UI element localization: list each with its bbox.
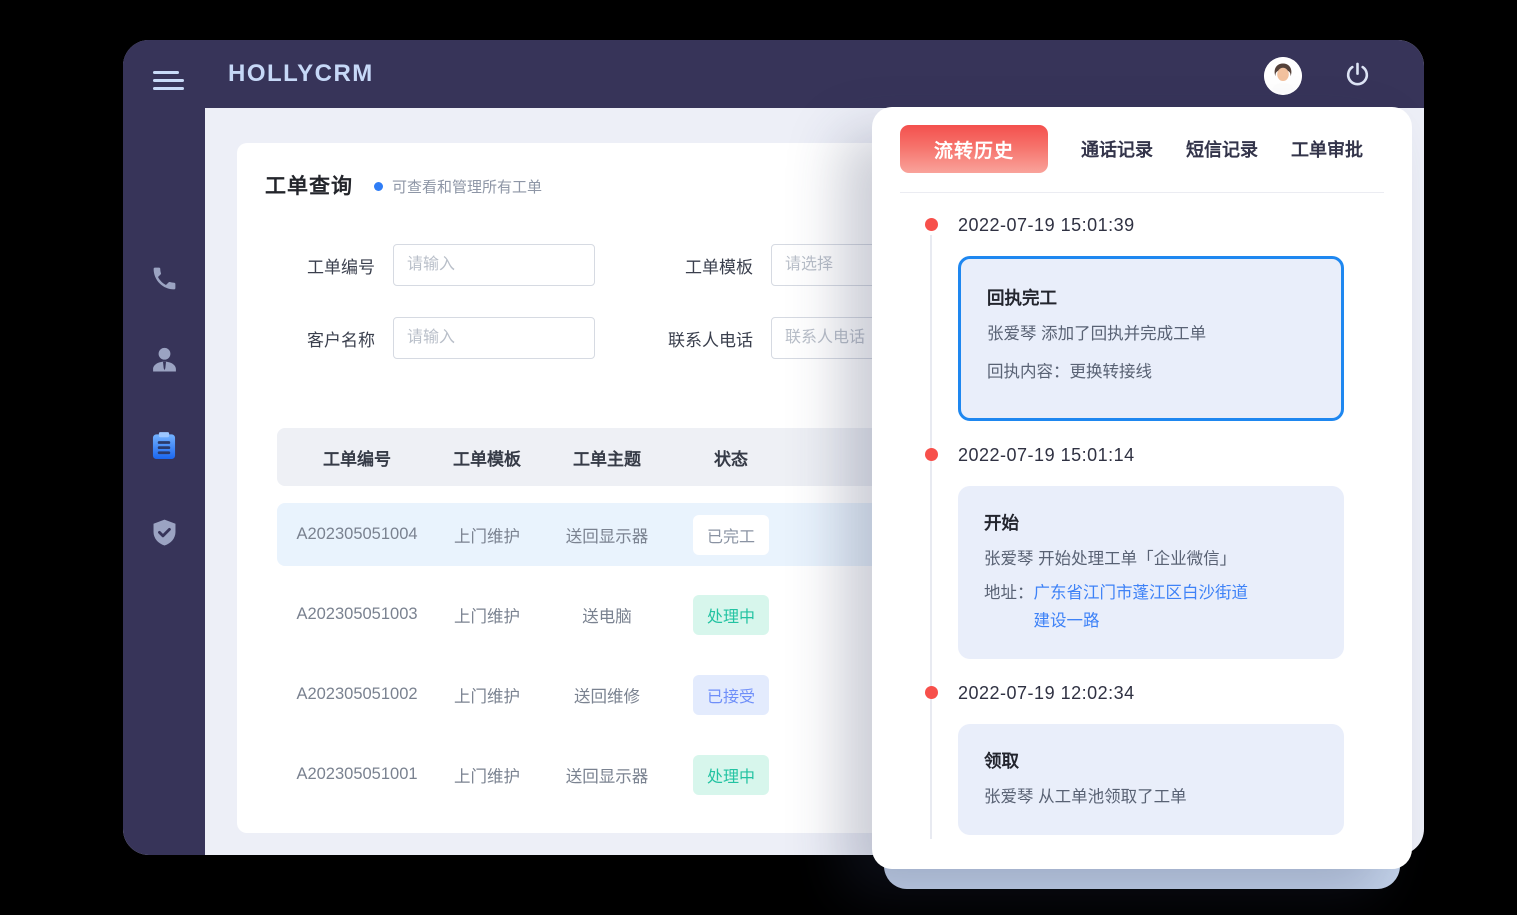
timeline-entry: 2022-07-19 15:01:39 回执完工 张爱琴 添加了回执并完成工单 … [958, 215, 1384, 421]
timeline-timestamp: 2022-07-19 15:01:39 [958, 215, 1384, 236]
card-line: 张爱琴 从工单池领取了工单 [984, 783, 1318, 811]
tab-call-records[interactable]: 通话记录 [1081, 136, 1153, 162]
tab-order-approval[interactable]: 工单审批 [1291, 136, 1363, 162]
work-order-table: 工单编号 工单模板 工单主题 状态 A202305051004 上门维护 送回显… [277, 428, 917, 806]
top-bar: HOLLYCRM [123, 40, 1424, 108]
cell-subject: 送电脑 [537, 603, 677, 627]
card-title: 回执完工 [987, 285, 1315, 310]
user-avatar[interactable] [1264, 57, 1302, 95]
cell-template: 上门维护 [437, 763, 537, 787]
address-label: 地址： [984, 579, 1034, 635]
panel-tabs: 流转历史 通话记录 短信记录 工单审批 [872, 107, 1412, 173]
timeline-dot-icon [925, 218, 938, 231]
timeline-card-completed: 回执完工 张爱琴 添加了回执并完成工单 回执内容：更换转接线 [958, 256, 1344, 421]
card-line: 张爱琴 开始处理工单「企业微信」 [984, 545, 1318, 573]
field-label-contact-phone: 联系人电话 [595, 326, 753, 351]
address-row: 地址： 广东省江门市蓬江区白沙街道建设一路 [984, 579, 1318, 635]
page-subtitle: 可查看和管理所有工单 [392, 174, 542, 197]
col-header-template: 工单模板 [437, 445, 537, 470]
col-header-subject: 工单主题 [537, 445, 677, 470]
address-link[interactable]: 广东省江门市蓬江区白沙街道建设一路 [1034, 579, 1256, 635]
status-badge: 处理中 [693, 595, 769, 635]
cell-subject: 送回显示器 [537, 523, 677, 547]
card-title: 开始 [984, 510, 1318, 535]
power-icon[interactable] [1344, 61, 1371, 88]
menu-icon[interactable] [153, 71, 187, 93]
cell-template: 上门维护 [437, 683, 537, 707]
cell-order-id: A202305051004 [277, 525, 437, 544]
cell-template: 上门维护 [437, 523, 537, 547]
field-label-customer: 客户名称 [283, 326, 375, 351]
timeline-dot-icon [925, 448, 938, 461]
field-label-order-id: 工单编号 [283, 253, 375, 278]
table-row[interactable]: A202305051002 上门维护 送回维修 已接受 [277, 663, 917, 726]
sidebar-item-work-orders[interactable] [146, 428, 182, 464]
history-panel: 流转历史 通话记录 短信记录 工单审批 2022-07-19 15:01:39 … [872, 107, 1412, 869]
card-line: 回执内容：更换转接线 [987, 358, 1315, 386]
timeline-dot-icon [925, 686, 938, 699]
page-title: 工单查询 [265, 170, 353, 200]
work-orders-icon [147, 429, 181, 463]
tab-circulation-history[interactable]: 流转历史 [900, 125, 1048, 173]
table-row[interactable]: A202305051004 上门维护 送回显示器 已完工 [277, 503, 917, 566]
order-id-input[interactable] [393, 244, 595, 286]
shield-icon [149, 517, 180, 548]
phone-icon [150, 264, 179, 293]
sidebar-item-contacts[interactable] [146, 342, 182, 378]
cell-order-id: A202305051002 [277, 685, 437, 704]
timeline-timestamp: 2022-07-19 12:02:34 [958, 683, 1384, 704]
table-header-row: 工单编号 工单模板 工单主题 状态 [277, 428, 917, 486]
col-header-order-id: 工单编号 [277, 445, 437, 470]
contacts-icon [148, 344, 181, 377]
table-row[interactable]: A202305051001 上门维护 送回显示器 处理中 [277, 743, 917, 806]
timeline-card-claimed: 领取 张爱琴 从工单池领取了工单 [958, 724, 1344, 835]
brand-logo: HOLLYCRM [228, 40, 374, 108]
col-header-status: 状态 [677, 445, 785, 470]
sidebar-item-security[interactable] [146, 514, 182, 550]
subtitle-dot-icon [374, 182, 383, 191]
timeline-entry: 2022-07-19 15:01:14 开始 张爱琴 开始处理工单「企业微信」 … [958, 445, 1384, 659]
timeline-entry: 2022-07-19 12:02:34 领取 张爱琴 从工单池领取了工单 [958, 683, 1384, 835]
cell-order-id: A202305051003 [277, 605, 437, 624]
cell-subject: 送回显示器 [537, 763, 677, 787]
cell-template: 上门维护 [437, 603, 537, 627]
avatar-image [1264, 57, 1302, 95]
tab-sms-records[interactable]: 短信记录 [1186, 136, 1258, 162]
status-badge: 处理中 [693, 755, 769, 795]
cell-order-id: A202305051001 [277, 765, 437, 784]
timeline-timestamp: 2022-07-19 15:01:14 [958, 445, 1384, 466]
field-label-template: 工单模板 [595, 253, 753, 278]
card-line: 张爱琴 添加了回执并完成工单 [987, 320, 1315, 348]
customer-name-input[interactable] [393, 317, 595, 359]
status-badge: 已完工 [693, 515, 769, 555]
status-badge: 已接受 [693, 675, 769, 715]
timeline-card-start: 开始 张爱琴 开始处理工单「企业微信」 地址： 广东省江门市蓬江区白沙街道建设一… [958, 486, 1344, 659]
table-row[interactable]: A202305051003 上门维护 送电脑 处理中 [277, 583, 917, 646]
card-title: 领取 [984, 748, 1318, 773]
sidebar-item-calls[interactable] [146, 260, 182, 296]
history-timeline: 2022-07-19 15:01:39 回执完工 张爱琴 添加了回执并完成工单 … [872, 193, 1412, 849]
cell-subject: 送回维修 [537, 683, 677, 707]
